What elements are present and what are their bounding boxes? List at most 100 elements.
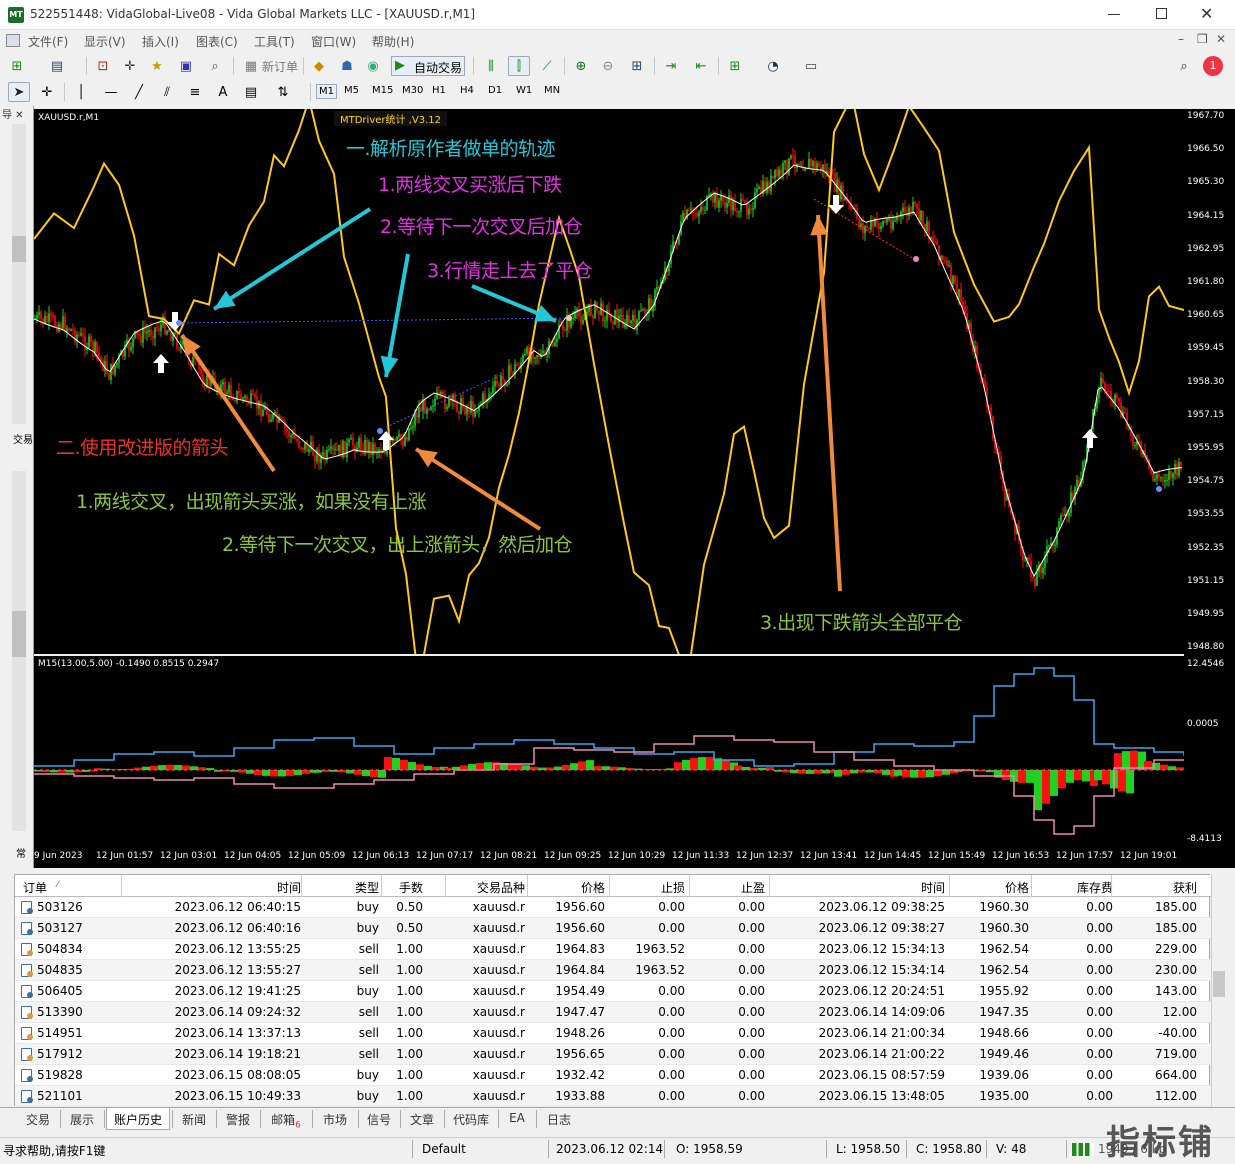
signals-icon[interactable]: ☗ <box>336 56 358 76</box>
column-header[interactable]: 手数 <box>369 879 423 896</box>
column-header[interactable]: 订单 <box>23 879 47 896</box>
tab-10[interactable]: EA <box>500 1111 534 1125</box>
table-row[interactable]: 517912 2023.06.14 19:18:21 sell 1.00 xauusd.… <box>15 1044 1211 1065</box>
column-header[interactable]: 获利 <box>1121 879 1197 896</box>
table-row[interactable]: 504835 2023.06.12 13:55:27 sell 1.00 xauusd.… <box>15 960 1211 981</box>
new-order-button[interactable]: 新订单 <box>262 58 298 75</box>
time-axis[interactable]: 9 Jun 2023 12 Jun 01:57 12 Jun 03:01 12 Jun… <box>34 846 1235 868</box>
menu-view[interactable]: 显示(V) <box>84 33 126 50</box>
table-row[interactable]: 514951 2023.06.14 13:37:13 sell 1.00 xauusd.… <box>15 1023 1211 1044</box>
column-header[interactable]: 价格 <box>533 879 605 896</box>
data-window-icon[interactable]: ✛ <box>119 56 141 76</box>
tab-9[interactable]: 代码库 <box>446 1111 496 1128</box>
price-axis[interactable]: 1967.70 1966.50 1965.30 1964.15 1962.95 1961.… <box>1184 109 1235 846</box>
periods-icon[interactable]: ◔ <box>762 56 784 76</box>
timeframe-mn[interactable]: MN <box>542 84 562 97</box>
horizontal-line-icon[interactable]: — <box>100 82 122 102</box>
menu-help[interactable]: 帮助(H) <box>372 33 414 50</box>
search-icon[interactable]: ⌕ <box>1173 56 1195 76</box>
timeframe-h4[interactable]: H4 <box>458 84 476 97</box>
oscillator-subwindow[interactable]: M15(13.00,5.00) -0.1490 0.8515 0.2947 <box>34 656 1184 846</box>
profiles-icon[interactable]: ▤ <box>46 56 68 76</box>
left-scroll-thumb[interactable] <box>12 236 26 262</box>
column-header[interactable]: 止盈 <box>695 879 765 896</box>
table-scroll-thumb[interactable] <box>1213 971 1225 997</box>
navigator-icon[interactable]: ★ <box>146 56 168 76</box>
text-label-icon[interactable]: ▤ <box>240 82 262 102</box>
fibonacci-icon[interactable]: ≡ <box>184 82 206 102</box>
cursor-icon[interactable]: ➤ <box>8 82 30 102</box>
terminal-icon[interactable]: ▣ <box>175 56 197 76</box>
left-tab-common[interactable]: 常 <box>16 845 26 860</box>
tab-8[interactable]: 文章 <box>402 1111 442 1128</box>
new-chart-icon[interactable]: ⊞ <box>6 56 28 76</box>
timeframe-m30[interactable]: M30 <box>400 84 425 97</box>
left-scroll-track[interactable] <box>12 124 26 424</box>
tab-0[interactable]: 交易 <box>18 1111 58 1128</box>
market-watch-icon[interactable]: ⊡ <box>92 56 114 76</box>
column-header[interactable]: 价格 <box>957 879 1029 896</box>
templates-icon[interactable]: ▭ <box>800 56 822 76</box>
equidistant-channel-icon[interactable]: ⫽ <box>156 82 178 102</box>
menu-insert[interactable]: 插入(I) <box>142 33 179 50</box>
table-row[interactable]: 503126 2023.06.12 06:40:15 buy 0.50 xauusd.r… <box>15 897 1211 918</box>
tab-7[interactable]: 信号 <box>360 1111 398 1128</box>
tab-11[interactable]: 日志 <box>538 1111 580 1128</box>
zoom-out-icon[interactable]: ⊖ <box>597 56 619 76</box>
account-history-table[interactable]: 订单 时间 类型 手数 交易品种 价格 止损 止盈 时间 价格 库存费 获利 ⁄ 503126 2023.… <box>14 874 1227 1107</box>
bar-chart-icon[interactable]: ⫼ <box>480 56 502 76</box>
column-header[interactable]: 库存费 <box>1039 879 1113 896</box>
menu-chart[interactable]: 图表(C) <box>196 33 238 50</box>
column-header[interactable]: 时间 <box>225 879 301 896</box>
column-header[interactable]: 止损 <box>615 879 685 896</box>
child-restore-button[interactable]: ❐ <box>1197 32 1208 46</box>
timeframe-m15[interactable]: M15 <box>370 84 395 97</box>
chart-shift-icon[interactable]: ⇤ <box>690 56 712 76</box>
tab-5[interactable]: 邮箱6 <box>262 1111 310 1130</box>
column-header[interactable]: 类型 <box>305 879 379 896</box>
child-minimize-button[interactable]: – <box>1178 32 1184 46</box>
menu-window[interactable]: 窗口(W) <box>311 33 356 50</box>
tile-windows-icon[interactable]: ⊞ <box>626 56 648 76</box>
child-close-button[interactable]: ✕ <box>1216 32 1226 46</box>
main-price-chart[interactable]: XAUUSD.r,M1 MTDriver统计 ,V3.12 一.解析原作者做单的… <box>34 109 1184 654</box>
table-row[interactable]: 519828 2023.06.15 08:08:05 buy 1.00 xauusd.r… <box>15 1065 1211 1086</box>
tab-3[interactable]: 新闻 <box>174 1111 214 1128</box>
vps-icon[interactable]: ◉ <box>362 56 384 76</box>
new-order-icon[interactable]: ▦ <box>240 56 262 76</box>
left-tab-trade[interactable]: 交易 <box>13 431 33 446</box>
table-row[interactable]: 504834 2023.06.12 13:55:25 sell 1.00 xauusd.… <box>15 939 1211 960</box>
table-row[interactable]: 503127 2023.06.12 06:40:16 buy 0.50 xauusd.r… <box>15 918 1211 939</box>
tab-6[interactable]: 市场 <box>314 1111 356 1128</box>
timeframe-h1[interactable]: H1 <box>430 84 448 97</box>
metaeditor-icon[interactable]: ◆ <box>308 56 330 76</box>
menu-tools[interactable]: 工具(T) <box>254 33 295 50</box>
crosshair-icon[interactable]: ✛ <box>36 82 58 102</box>
left-scroll-thumb-2[interactable] <box>12 611 26 657</box>
tab-2[interactable]: 账户历史 <box>106 1108 170 1130</box>
column-header[interactable]: 时间 <box>875 879 945 896</box>
zoom-in-icon[interactable]: ⊕ <box>570 56 592 76</box>
tab-1[interactable]: 展示 <box>62 1111 102 1128</box>
close-button[interactable]: ✕ <box>1200 4 1213 23</box>
arrows-icon[interactable]: ⇅ <box>272 82 294 102</box>
autoscroll-icon[interactable]: ⇥ <box>660 56 682 76</box>
column-header[interactable]: 交易品种 <box>451 879 525 896</box>
timeframe-m1[interactable]: M1 <box>316 84 337 99</box>
table-row[interactable]: 513390 2023.06.14 09:24:32 sell 1.00 xauusd.… <box>15 1002 1211 1023</box>
minimize-button[interactable] <box>1108 14 1120 15</box>
table-row[interactable]: 521101 2023.06.15 10:49:33 buy 1.00 xauusd.r… <box>15 1086 1211 1107</box>
tester-icon[interactable]: ⌕ <box>204 56 226 76</box>
tab-4[interactable]: 警报 <box>218 1111 258 1128</box>
left-navigator-strip[interactable]: 导 ✕ 交易 常 <box>0 106 34 868</box>
vertical-line-icon[interactable]: │ <box>70 82 92 102</box>
trendline-icon[interactable]: ╱ <box>128 82 150 102</box>
timeframe-m5[interactable]: M5 <box>342 84 361 97</box>
auto-trading-button[interactable]: ▶ 自动交易 <box>391 56 465 76</box>
table-row[interactable]: 506405 2023.06.12 19:41:25 buy 1.00 xauusd.r… <box>15 981 1211 1002</box>
maximize-button[interactable] <box>1156 8 1167 19</box>
timeframe-w1[interactable]: W1 <box>514 84 534 97</box>
notification-badge[interactable]: 1 <box>1203 56 1223 76</box>
indicators-icon[interactable]: ⊞ <box>724 56 746 76</box>
candlestick-icon[interactable]: ⫿ <box>508 56 530 76</box>
